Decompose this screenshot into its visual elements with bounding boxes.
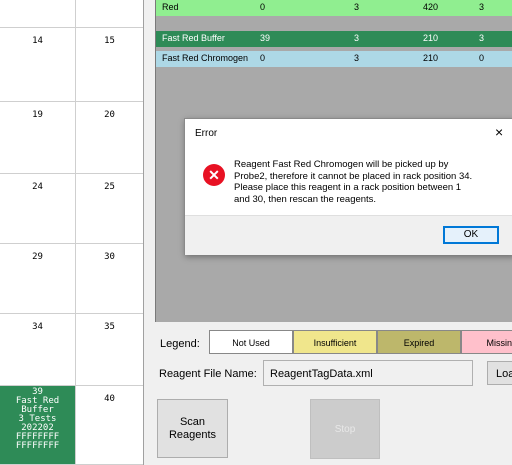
rack-cell[interactable]: 29 <box>0 244 76 314</box>
cell-volume: 210 <box>423 53 439 63</box>
legend-missing: Missin <box>461 330 512 354</box>
cell-volume: 210 <box>423 33 439 43</box>
cell-volume: 420 <box>423 2 439 12</box>
stop-button[interactable]: Stop <box>310 399 380 459</box>
cell-count: 3 <box>354 2 360 12</box>
cell-count: 3 <box>354 33 360 43</box>
cell-name: Red <box>162 2 179 12</box>
table-row[interactable]: Fast Red Chromogen 0 3 210 0 <box>156 51 512 67</box>
rack-cell-number: 14 <box>32 36 43 46</box>
rack-cell-number: 34 <box>32 322 43 332</box>
reagent-file-label: Reagent File Name: <box>159 368 257 380</box>
scan-label-2: Reagents <box>168 429 217 441</box>
rack-cell[interactable]: 40 <box>76 386 143 465</box>
rack-cell-number: 25 <box>104 182 115 192</box>
table-row[interactable]: Red 0 3 420 3 <box>156 0 512 16</box>
scan-reagents-button[interactable]: Scan Reagents <box>157 399 228 458</box>
rack-cell[interactable]: 34 <box>0 314 76 386</box>
cell-tests: 3 <box>479 2 485 12</box>
cell-position: 0 <box>260 53 266 63</box>
rack-cell-number: 15 <box>104 36 115 46</box>
cell-count: 3 <box>354 53 360 63</box>
scan-label: Scan <box>179 416 206 428</box>
rack-cell-filled[interactable]: 39 Fast Red Buffer 3 Tests 202202 FFFFFF… <box>0 386 76 465</box>
rack-cell-number: 30 <box>104 252 115 262</box>
dialog-title: Error <box>195 128 218 139</box>
rack-cell[interactable]: 35 <box>76 314 143 386</box>
ok-button[interactable]: OK <box>443 226 499 244</box>
rack-cell[interactable]: 30 <box>76 244 143 314</box>
load-button[interactable]: Loa <box>487 361 512 385</box>
reagent-file-field[interactable]: ReagentTagData.xml <box>263 360 473 386</box>
dialog-message: Reagent Fast Red Chromogen will be picke… <box>234 159 473 205</box>
rack-cell[interactable]: 14 <box>0 28 76 102</box>
rack-grid: 14 15 19 20 24 25 29 30 34 35 39 Fast Re… <box>0 0 144 465</box>
rack-cell[interactable]: 19 <box>0 102 76 174</box>
cell-tests: 3 <box>479 33 485 43</box>
rack-cell-code: FFFFFFFF <box>15 441 60 451</box>
rack-cell-number: 19 <box>32 110 43 120</box>
cell-tests: 0 <box>479 53 485 63</box>
cell-name: Fast Red Chromogen <box>162 53 249 63</box>
cell-name: Fast Red Buffer <box>162 33 225 43</box>
rack-cell-number: 29 <box>32 252 43 262</box>
rack-cell-number: 20 <box>104 110 115 120</box>
legend-label: Legend: <box>160 338 200 350</box>
rack-cell-number: 40 <box>104 394 115 404</box>
legend-not-used: Not Used <box>209 330 293 354</box>
table-row[interactable]: Fast Red Buffer 39 3 210 3 <box>156 31 512 47</box>
rack-cell[interactable]: 24 <box>0 174 76 244</box>
error-dialog: Error × ✕ Reagent Fast Red Chromogen wil… <box>184 118 512 255</box>
close-icon[interactable]: × <box>495 124 503 140</box>
rack-cell-empty[interactable] <box>0 0 76 28</box>
rack-cell[interactable]: 20 <box>76 102 143 174</box>
error-x-icon: ✕ <box>203 164 225 186</box>
dialog-footer: OK <box>185 215 512 255</box>
rack-cell-number: 35 <box>104 322 115 332</box>
rack-cell-number: 24 <box>32 182 43 192</box>
legend-insufficient: Insufficient <box>293 330 377 354</box>
rack-cell[interactable]: 15 <box>76 28 143 102</box>
rack-cell-empty[interactable] <box>76 0 143 28</box>
cell-position: 0 <box>260 2 266 12</box>
cell-position: 39 <box>260 33 271 43</box>
legend-expired: Expired <box>377 330 461 354</box>
rack-cell[interactable]: 25 <box>76 174 143 244</box>
